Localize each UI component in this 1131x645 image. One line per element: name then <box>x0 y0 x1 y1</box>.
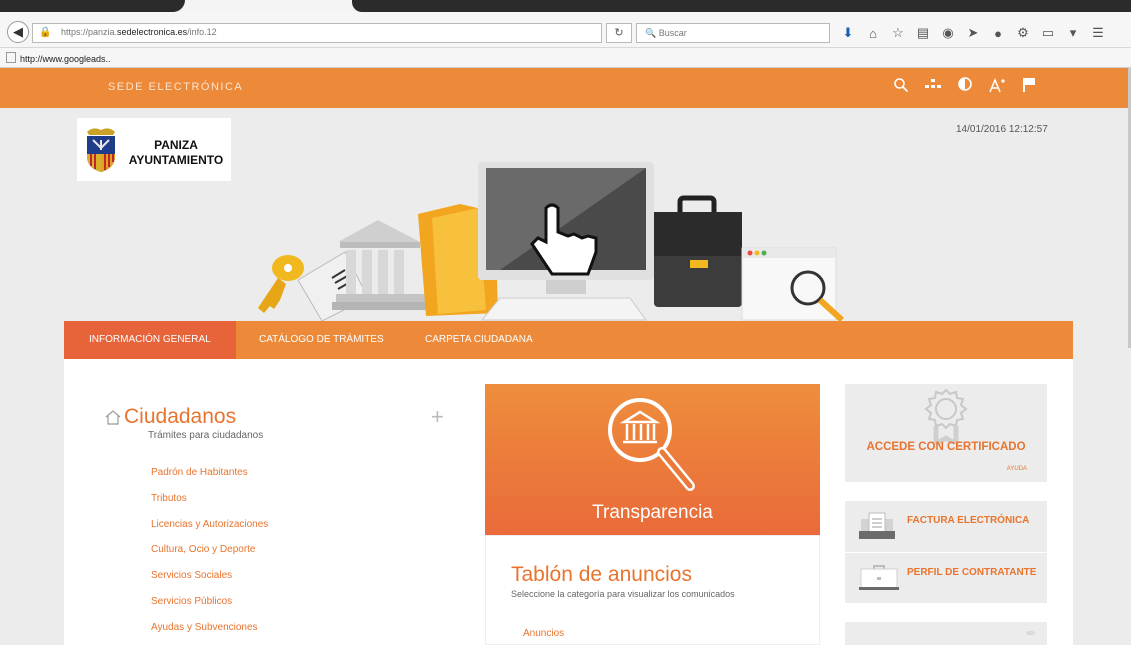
tablon-title[interactable]: Tablón de anuncios <box>511 563 692 587</box>
briefcase-icon <box>654 195 742 307</box>
pocket-icon[interactable]: ◉ <box>940 25 956 41</box>
home-icon[interactable]: ⌂ <box>865 26 881 41</box>
pen-icon: ✒ <box>1025 625 1037 641</box>
logo-text: PANIZA AYUNTAMIENTO <box>128 138 224 167</box>
key-icon <box>258 255 304 313</box>
contrast-icon[interactable] <box>956 77 974 97</box>
lock-icon: 🔒 <box>39 27 52 38</box>
list-item[interactable]: Servicios Sociales <box>151 570 268 596</box>
transparencia-label: Transparencia <box>592 502 713 523</box>
sitemap-icon[interactable] <box>924 77 942 97</box>
certificate-access-box[interactable]: ACCEDE CON CERTIFICADO AYUDA <box>845 384 1047 482</box>
browser-tab-inactive[interactable] <box>352 0 1131 12</box>
transparencia-card[interactable]: Transparencia <box>485 384 820 535</box>
url-text: https://panzia.sedelectronica.es/info.12 <box>61 27 217 37</box>
menu-icon[interactable]: ☰ <box>1090 25 1106 41</box>
transparency-magnifier-icon <box>608 398 695 491</box>
magnifier-window-icon <box>741 247 845 323</box>
header-tools <box>892 77 1038 97</box>
flag-icon[interactable] <box>1020 77 1038 97</box>
list-item[interactable]: Cultura, Ocio y Deporte <box>151 544 268 570</box>
url-bar[interactable]: 🔒 https://panzia.sedelectronica.es/info.… <box>32 23 602 43</box>
home-icon <box>105 410 121 425</box>
briefcase-small-icon <box>859 565 899 590</box>
browser-tab-active[interactable] <box>0 0 185 12</box>
search-icon[interactable] <box>892 77 910 97</box>
government-building-icon <box>332 220 430 310</box>
list-item[interactable]: Tributos <box>151 493 268 519</box>
browser-navbar: ◀ 🔒 https://panzia.sedelectronica.es/inf… <box>0 12 1131 48</box>
browser-tabstrip <box>0 0 1131 12</box>
invoice-icon <box>859 512 895 539</box>
extension-icon[interactable]: ⚙ <box>1015 25 1031 41</box>
tab-catalogo-tramites[interactable]: CATÁLOGO DE TRÁMITES <box>234 321 409 359</box>
quick-links-box: FACTURA ELECTRÓNICA PERFIL DE CONTRATANT… <box>845 501 1047 603</box>
tab-carpeta-ciudadana[interactable]: CARPETA CIUDADANA <box>400 321 558 359</box>
municipality-logo[interactable]: PANIZA AYUNTAMIENTO <box>77 118 231 181</box>
document-icon <box>297 251 369 322</box>
back-button[interactable]: ◀ <box>7 21 29 43</box>
reader-icon[interactable]: ▤ <box>915 25 931 41</box>
perfil-contratante-link[interactable]: PERFIL DE CONTRATANTE <box>845 552 1047 603</box>
factura-electronica-link[interactable]: FACTURA ELECTRÓNICA <box>845 501 1047 552</box>
certificate-label: ACCEDE CON CERTIFICADO <box>866 441 1026 453</box>
coat-of-arms-icon <box>87 128 115 172</box>
chat-icon[interactable]: ● <box>990 26 1006 41</box>
factura-electronica-label: FACTURA ELECTRÓNICA <box>907 515 1030 526</box>
expand-plus-icon[interactable]: + <box>431 404 444 430</box>
tab-informacion-general[interactable]: INFORMACIÓN GENERAL <box>64 321 236 359</box>
font-size-icon[interactable] <box>988 77 1006 97</box>
tablon-category-anuncios[interactable]: Anuncios <box>523 628 564 639</box>
bookmarks-bar: http://www.googleads.. <box>0 48 1131 68</box>
star-icon[interactable]: ☆ <box>890 25 906 41</box>
toolbar-icons: ⬇ ⌂ ☆ ▤ ◉ ➤ ● ⚙ ▭ ▾ ☰ <box>840 23 1106 43</box>
tramites-list: Padrón de Habitantes Tributos Licencias … <box>151 467 268 645</box>
current-datetime: 14/01/2016 12:12:57 <box>956 124 1048 135</box>
download-icon[interactable]: ⬇ <box>840 25 856 41</box>
reload-icon[interactable]: ↻ <box>606 23 632 43</box>
list-item[interactable]: Padrón de Habitantes <box>151 467 268 493</box>
send-icon[interactable]: ➤ <box>965 25 981 41</box>
overflow-icon[interactable]: ▾ <box>1065 25 1081 41</box>
hero-illustration <box>258 162 845 323</box>
list-item[interactable]: Servicios Públicos <box>151 596 268 622</box>
main-navigation: INFORMACIÓN GENERAL CATÁLOGO DE TRÁMITES… <box>64 321 1073 359</box>
site-title[interactable]: SEDE ELECTRÓNICA <box>108 81 243 93</box>
search-input[interactable]: 🔍 Buscar <box>636 23 830 43</box>
perfil-contratante-label: PERFIL DE CONTRATANTE <box>907 567 1037 578</box>
bookmark-item[interactable]: http://www.googleads.. <box>6 52 111 64</box>
section-subtitle: Trámites para ciudadanos <box>148 430 264 441</box>
section-title-ciudadanos[interactable]: Ciudadanos <box>124 405 236 429</box>
tablon-subtitle: Seleccione la categoría para visualizar … <box>511 589 735 599</box>
site-header: SEDE ELECTRÓNICA <box>0 68 1131 108</box>
certificate-badge-icon <box>924 388 968 444</box>
help-link[interactable]: AYUDA <box>1007 466 1027 472</box>
list-item[interactable]: Ayudas y Subvenciones <box>151 622 268 645</box>
doc-icon[interactable]: ▭ <box>1040 25 1056 41</box>
additional-box[interactable]: ✒ <box>845 622 1047 645</box>
list-item[interactable]: Licencias y Autorizaciones <box>151 519 268 545</box>
